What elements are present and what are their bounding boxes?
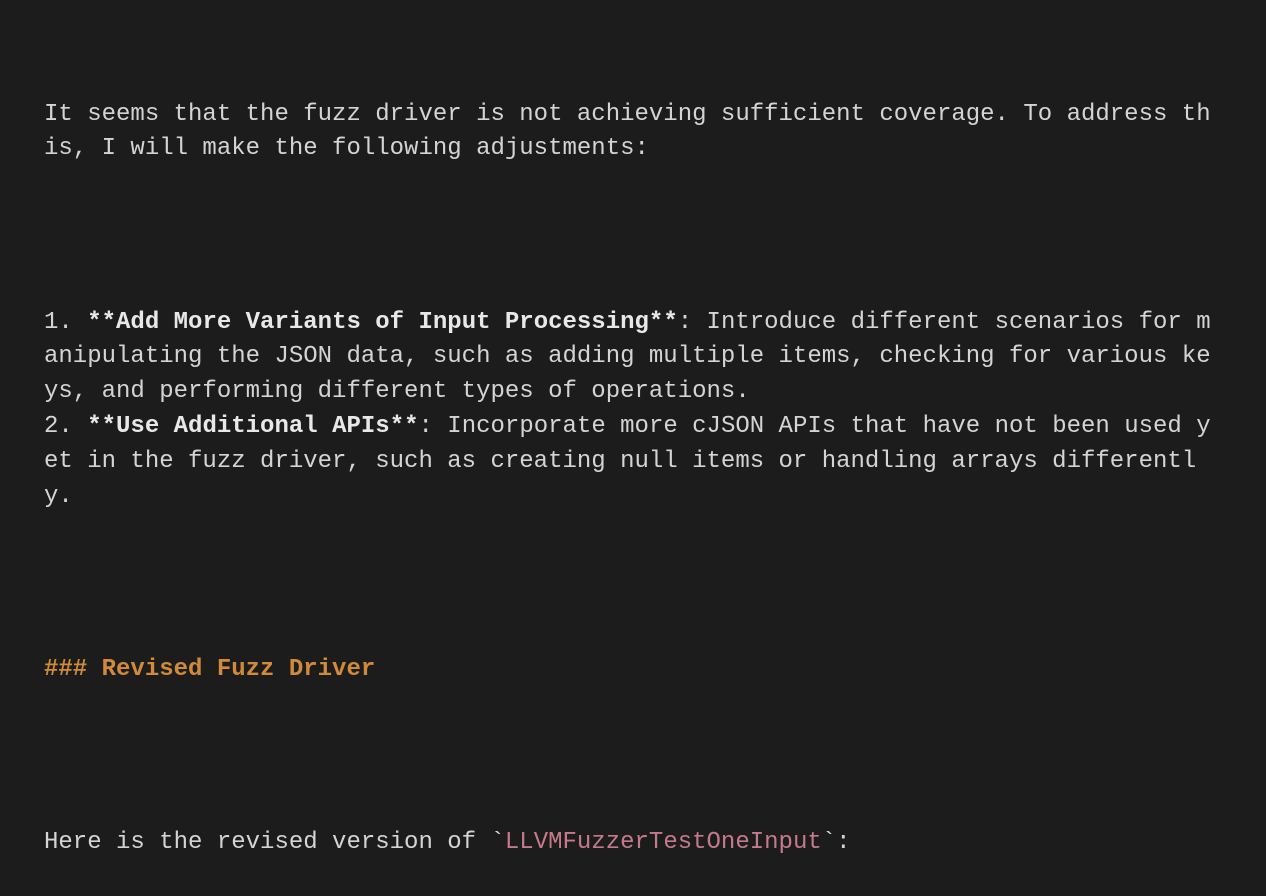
section-heading: ### Revised Fuzz Driver — [44, 653, 1222, 688]
outro-prefix: Here is the revised version of — [44, 829, 490, 856]
list-item-1: 1. **Add More Variants of Input Processi… — [44, 306, 1222, 410]
document-content: It seems that the fuzz driver is not ach… — [44, 28, 1222, 896]
bold-marker-close-2: ** — [390, 413, 419, 440]
bold-marker-close-1: ** — [649, 309, 678, 336]
inline-code: LLVMFuzzerTestOneInput — [505, 829, 822, 856]
list-number-2: 2. — [44, 413, 87, 440]
backtick-open: ` — [490, 829, 504, 856]
heading-text: Revised Fuzz Driver — [102, 656, 376, 683]
intro-paragraph: It seems that the fuzz driver is not ach… — [44, 98, 1222, 168]
list-number-1: 1. — [44, 309, 87, 336]
adjustments-list: 1. **Add More Variants of Input Processi… — [44, 306, 1222, 515]
outro-paragraph: Here is the revised version of `LLVMFuzz… — [44, 826, 1222, 861]
bold-text-1: Add More Variants of Input Processing — [116, 309, 649, 336]
bold-text-2: Use Additional APIs — [116, 413, 390, 440]
bold-marker-open-2: ** — [87, 413, 116, 440]
outro-suffix: : — [836, 829, 850, 856]
backtick-close: ` — [822, 829, 836, 856]
intro-text: It seems that the fuzz driver is not ach… — [44, 101, 1211, 163]
heading-marker: ### — [44, 656, 102, 683]
bold-marker-open-1: ** — [87, 309, 116, 336]
list-item-2: 2. **Use Additional APIs**: Incorporate … — [44, 410, 1222, 514]
